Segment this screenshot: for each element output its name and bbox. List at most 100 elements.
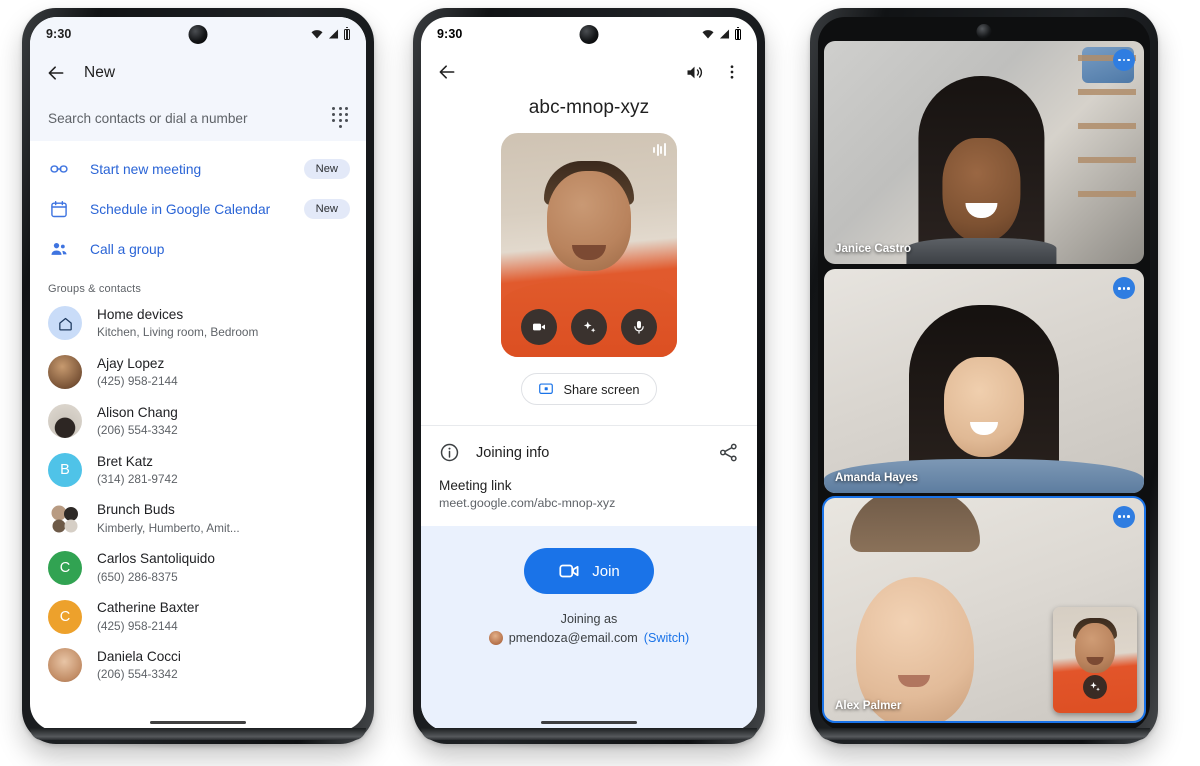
- effects-sparkle-icon[interactable]: [1083, 674, 1107, 699]
- status-icons: [311, 26, 350, 40]
- meeting-code: abc-mnop-xyz: [528, 97, 650, 118]
- contact-subtitle: (206) 554-3342: [97, 423, 178, 438]
- list-item[interactable]: Daniela Cocci (206) 554-3342: [30, 641, 366, 690]
- dialpad-icon[interactable]: [332, 107, 350, 129]
- contact-text: Brunch Buds Kimberly, Humberto, Amit...: [97, 501, 240, 536]
- status-bar: 9:30: [30, 17, 366, 51]
- effects-sparkle-icon[interactable]: [571, 309, 607, 345]
- back-arrow-icon[interactable]: [46, 63, 66, 83]
- contact-text: Catherine Baxter (425) 958-2144: [97, 599, 199, 634]
- front-camera-punchhole: [579, 25, 599, 44]
- battery-icon: [344, 26, 350, 40]
- app-bar: [421, 51, 757, 93]
- front-camera-punchhole: [188, 25, 208, 44]
- search-input-placeholder[interactable]: Search contacts or dial a number: [48, 111, 322, 126]
- screenshot-canvas: 9:30 New Search contacts or dial a numbe…: [0, 0, 1200, 766]
- participant-tile[interactable]: Amanda Hayes: [824, 269, 1144, 493]
- phone-mockup-active-call: Janice Castro Amanda Hayes Alex Palmer: [810, 8, 1158, 744]
- list-item[interactable]: Ajay Lopez (425) 958-2144: [30, 348, 366, 397]
- self-view-pip[interactable]: [1053, 606, 1137, 713]
- contact-subtitle: (425) 958-2144: [97, 374, 178, 389]
- participant-face: [944, 356, 1024, 457]
- section-header-groups-contacts: Groups & contacts: [48, 283, 142, 295]
- status-time: 9:30: [437, 27, 463, 41]
- share-screen-button[interactable]: Share screen: [521, 373, 657, 405]
- group-icon: [48, 238, 70, 260]
- joining-info-title: Joining info: [476, 444, 550, 461]
- home-indicator[interactable]: [150, 720, 246, 724]
- contact-subtitle: (206) 554-3342: [97, 667, 178, 682]
- battery-icon: [735, 26, 741, 40]
- self-view-preview: [501, 133, 677, 357]
- contact-subtitle: (650) 286-8375: [97, 569, 178, 584]
- microphone-icon[interactable]: [621, 309, 657, 345]
- status-time: 9:30: [46, 27, 72, 41]
- contact-name: Ajay Lopez: [97, 355, 165, 371]
- back-arrow-icon[interactable]: [437, 62, 457, 82]
- joining-as-label: Joining as: [560, 612, 618, 626]
- quick-action-call-a-group[interactable]: Call a group: [30, 229, 366, 269]
- status-icons: [702, 26, 741, 40]
- switch-account-link[interactable]: (Switch): [644, 631, 689, 645]
- camera-icon[interactable]: [521, 309, 557, 345]
- info-icon: [440, 443, 459, 462]
- quick-action-schedule-calendar[interactable]: Schedule in Google Calendar New: [30, 189, 366, 229]
- phone-mockup-contacts: 9:30 New Search contacts or dial a numbe…: [22, 8, 374, 744]
- home-indicator[interactable]: [541, 720, 637, 724]
- list-item[interactable]: C Carlos Santoliquido (650) 286-8375: [30, 543, 366, 592]
- phone2-screen: 9:30 abc-mnop-xyz Share screen Joining i…: [421, 17, 757, 731]
- list-item[interactable]: C Catherine Baxter (425) 958-2144: [30, 592, 366, 641]
- join-button[interactable]: Join: [524, 548, 654, 594]
- more-vertical-icon[interactable]: [723, 62, 741, 82]
- contact-subtitle: Kitchen, Living room, Bedroom: [97, 325, 259, 340]
- contact-name: Daniela Cocci: [97, 649, 181, 665]
- status-bar: 9:30: [421, 17, 757, 51]
- contact-text: Alison Chang (206) 554-3342: [97, 404, 178, 439]
- list-item[interactable]: Home devices Kitchen, Living room, Bedro…: [30, 299, 366, 348]
- new-badge: New: [303, 199, 350, 219]
- contact-text: Bret Katz (314) 281-9742: [97, 453, 178, 488]
- avatar: C: [48, 599, 82, 634]
- link-icon: [48, 158, 70, 180]
- avatar: [48, 404, 82, 439]
- list-item[interactable]: Brunch Buds Kimberly, Humberto, Amit...: [30, 494, 366, 543]
- audio-wave-icon: [653, 142, 668, 157]
- contact-text: Daniela Cocci (206) 554-3342: [97, 648, 181, 683]
- avatar: [48, 355, 82, 390]
- quick-action-label: Start new meeting: [90, 161, 202, 177]
- wifi-icon: [311, 30, 323, 39]
- account-email: pmendoza@email.com: [508, 631, 638, 645]
- calendar-icon: [48, 198, 70, 220]
- share-screen-label: Share screen: [563, 381, 640, 397]
- more-horizontal-icon[interactable]: [1113, 49, 1135, 71]
- home-icon-avatar: [48, 306, 82, 341]
- meeting-link-value[interactable]: meet.google.com/abc-mnop-xyz: [439, 496, 739, 510]
- share-icon[interactable]: [718, 442, 739, 463]
- more-horizontal-icon[interactable]: [1113, 505, 1135, 528]
- tile-background-shelf: [1078, 55, 1136, 205]
- contact-name: Catherine Baxter: [97, 600, 200, 616]
- participant-video: [906, 74, 1057, 265]
- joining-info-header: Joining info: [439, 442, 739, 463]
- contact-subtitle: (314) 281-9742: [97, 471, 178, 486]
- contacts-list: Home devices Kitchen, Living room, Bedro…: [30, 299, 366, 690]
- meeting-link-label: Meeting link: [439, 478, 512, 493]
- self-face: [1075, 622, 1115, 673]
- speaker-icon[interactable]: [684, 62, 705, 83]
- participant-tile[interactable]: Janice Castro: [824, 41, 1144, 265]
- quick-action-label: Call a group: [90, 241, 165, 257]
- participant-tile-active[interactable]: Alex Palmer: [822, 495, 1146, 723]
- contact-subtitle: (425) 958-2144: [97, 618, 178, 633]
- avatar: B: [48, 453, 82, 487]
- avatar: C: [48, 550, 82, 585]
- present-screen-icon: [539, 383, 554, 394]
- list-item[interactable]: B Bret Katz (314) 281-9742: [30, 446, 366, 495]
- joining-account: pmendoza@email.com (Switch): [488, 631, 689, 645]
- search-bar[interactable]: Search contacts or dial a number: [30, 95, 366, 141]
- list-item[interactable]: Alison Chang (206) 554-3342: [30, 397, 366, 446]
- avatar: [48, 648, 82, 683]
- quick-action-start-new-meeting[interactable]: Start new meeting New: [30, 149, 366, 189]
- signal-icon: [719, 29, 730, 39]
- phone3-screen: Janice Castro Amanda Hayes Alex Palmer: [818, 17, 1150, 731]
- self-view-controls: [521, 309, 657, 345]
